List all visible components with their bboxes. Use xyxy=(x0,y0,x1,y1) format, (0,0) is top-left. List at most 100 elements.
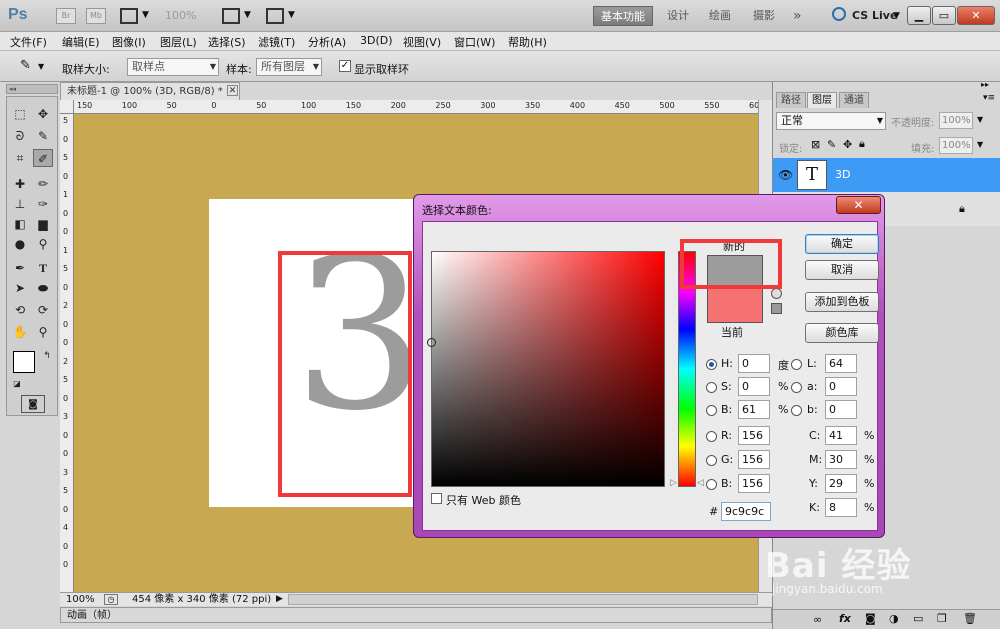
path-selection-icon[interactable]: ➤ xyxy=(10,279,30,297)
extras-icon[interactable] xyxy=(120,8,138,24)
ok-button[interactable]: 确定 xyxy=(805,234,879,254)
radio-lab-l[interactable] xyxy=(791,359,802,370)
layer-name[interactable]: 3D xyxy=(835,168,850,181)
status-arrow-icon[interactable]: ▶ xyxy=(276,593,283,606)
status-menu-icon[interactable]: ◷ xyxy=(104,594,118,605)
sample-select[interactable]: 所有图层 ▼ xyxy=(256,58,322,76)
bridge-button[interactable]: Br xyxy=(56,8,76,24)
new-layer-icon[interactable]: ❐ xyxy=(937,612,947,625)
eyedropper-tool-icon[interactable]: ✐ xyxy=(33,149,53,167)
chevron-down-icon[interactable]: ▼ xyxy=(977,115,983,124)
minimize-button[interactable]: ▁ xyxy=(907,6,931,25)
show-ring-checkbox[interactable]: ✓ xyxy=(339,60,351,72)
more-workspaces-icon[interactable]: » xyxy=(786,6,809,26)
quick-selection-icon[interactable]: ✎ xyxy=(33,127,53,145)
menu-layer[interactable]: 图层(L) xyxy=(160,34,197,50)
ruler-origin[interactable] xyxy=(60,100,74,114)
blend-mode-select[interactable]: 正常 ▼ xyxy=(776,112,886,130)
hue-input[interactable]: 0 xyxy=(738,354,770,373)
web-colors-checkbox[interactable] xyxy=(431,493,442,504)
menu-edit[interactable]: 编辑(E) xyxy=(62,34,100,50)
menu-filter[interactable]: 滤镜(T) xyxy=(258,34,295,50)
opacity-input[interactable]: 100% xyxy=(939,112,973,129)
hex-input[interactable]: 9c9c9c xyxy=(721,502,771,521)
cyan-input[interactable]: 41 xyxy=(825,426,857,445)
cancel-button[interactable]: 取消 xyxy=(805,260,879,280)
animation-panel-tab[interactable]: 动画（帧） xyxy=(60,607,772,623)
horizontal-scrollbar[interactable] xyxy=(288,594,758,605)
eyedropper-icon[interactable]: ✎ xyxy=(20,58,31,73)
menu-view[interactable]: 视图(V) xyxy=(403,34,441,50)
color-libraries-button[interactable]: 颜色库 xyxy=(805,323,879,343)
menu-window[interactable]: 窗口(W) xyxy=(454,34,495,50)
hand-tool-icon[interactable]: ✋ xyxy=(10,323,30,341)
lab-l-input[interactable]: 64 xyxy=(825,354,857,373)
document-tab[interactable]: 未标题-1 @ 100% (3D, RGB/8) * ✕ xyxy=(60,82,240,100)
add-to-swatches-button[interactable]: 添加到色板 xyxy=(805,292,879,312)
cs-live-button[interactable]: CS Live xyxy=(852,9,897,22)
swap-colors-icon[interactable]: ↰ xyxy=(37,347,57,365)
gradient-tool-icon[interactable]: ▆ xyxy=(33,215,53,233)
color-field[interactable] xyxy=(427,251,665,487)
chevron-down-icon[interactable]: ▼ xyxy=(893,11,900,21)
zoom-level[interactable]: 100% xyxy=(165,9,196,22)
lock-transparent-icon[interactable]: ⊠ xyxy=(811,138,820,151)
close-tab-icon[interactable]: ✕ xyxy=(227,85,238,96)
hue-slider-handle-left[interactable]: ▷ xyxy=(670,478,677,488)
panel-menu-icon[interactable]: ▾≡ xyxy=(983,93,995,103)
marquee-tool-icon[interactable]: ⬚ xyxy=(10,105,30,123)
menu-help[interactable]: 帮助(H) xyxy=(508,34,547,50)
shape-tool-icon[interactable]: ⬬ xyxy=(33,279,53,297)
green-input[interactable]: 156 xyxy=(738,450,770,469)
zoom-tool-icon[interactable]: ⚲ xyxy=(33,323,53,341)
lock-paint-icon[interactable]: ✎ xyxy=(827,138,836,151)
lab-b-input[interactable]: 0 xyxy=(825,400,857,419)
lab-a-input[interactable]: 0 xyxy=(825,377,857,396)
menu-analysis[interactable]: 分析(A) xyxy=(308,34,346,50)
clone-stamp-icon[interactable]: ⊥ xyxy=(10,195,30,213)
radio-green[interactable] xyxy=(706,455,717,466)
black-input[interactable]: 8 xyxy=(825,498,857,517)
gamut-warning-icon[interactable] xyxy=(771,288,782,299)
vertical-ruler[interactable]: 5 0 5 0 1 0 0 1 5 0 2 0 0 2 5 0 3 0 0 3 5 0 4 0 0 xyxy=(60,114,74,592)
radio-saturation[interactable] xyxy=(706,382,717,393)
chevron-down-icon[interactable]: ▼ xyxy=(142,10,149,20)
radio-brightness[interactable] xyxy=(706,405,717,416)
tab-channels[interactable]: 通道 xyxy=(839,92,869,108)
eraser-tool-icon[interactable]: ◧ xyxy=(10,215,30,233)
screen-mode-icon[interactable] xyxy=(266,8,284,24)
move-tool-icon[interactable]: ✥ xyxy=(33,105,53,123)
websafe-warning-icon[interactable] xyxy=(771,303,782,314)
history-brush-icon[interactable]: ✑ xyxy=(33,195,53,213)
menu-3d[interactable]: 3D(D) xyxy=(360,34,393,47)
pen-tool-icon[interactable]: ✒ xyxy=(10,259,30,277)
current-color-swatch[interactable] xyxy=(707,289,763,323)
new-group-icon[interactable]: ▭ xyxy=(913,612,923,625)
menu-image[interactable]: 图像(I) xyxy=(112,34,146,50)
dodge-tool-icon[interactable]: ⚲ xyxy=(33,235,53,253)
radio-red[interactable] xyxy=(706,431,717,442)
adjustment-layer-icon[interactable]: ◑ xyxy=(889,612,899,625)
magenta-input[interactable]: 30 xyxy=(825,450,857,469)
radio-hue[interactable] xyxy=(706,359,717,370)
maximize-button[interactable]: ▭ xyxy=(932,6,956,25)
radio-blue[interactable] xyxy=(706,479,717,490)
workspace-painting[interactable]: 绘画 xyxy=(702,6,738,26)
hue-slider-handle-right[interactable]: ◁ xyxy=(697,478,704,488)
layer-row-3d[interactable]: 👁︎ T 3D xyxy=(773,158,1000,192)
delete-layer-icon[interactable]: 🗑︎ xyxy=(963,612,977,625)
brush-tool-icon[interactable]: ✏ xyxy=(33,175,53,193)
blur-tool-icon[interactable]: ● xyxy=(10,235,30,253)
chevron-down-icon[interactable]: ▼ xyxy=(38,62,44,71)
type-tool-icon[interactable]: T xyxy=(33,259,53,277)
lasso-tool-icon[interactable]: ᘐ xyxy=(10,127,30,145)
blue-input[interactable]: 156 xyxy=(738,474,770,493)
lock-move-icon[interactable]: ✥ xyxy=(843,138,852,151)
3d-rotate-icon[interactable]: ⟲ xyxy=(10,301,30,319)
crop-tool-icon[interactable]: ⌗ xyxy=(10,149,30,167)
layer-mask-icon[interactable]: ◙ xyxy=(865,612,876,625)
red-input[interactable]: 156 xyxy=(738,426,770,445)
chevron-down-icon[interactable]: ▼ xyxy=(244,10,251,20)
zoom-field[interactable]: 100% xyxy=(66,593,95,606)
horizontal-ruler[interactable]: 150 100 50 0 50 100 150 200 250 300 350 400 450 500 55… xyxy=(74,100,758,114)
